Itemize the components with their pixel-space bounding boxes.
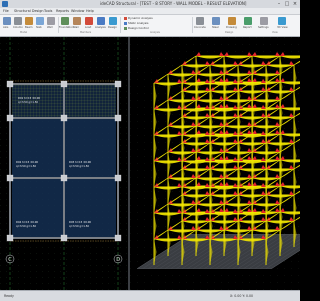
slab-panel[interactable]: [65, 119, 116, 177]
drawing-label: Drawing: [226, 26, 237, 29]
axis-label-c: C: [8, 257, 12, 263]
design-button[interactable]: [109, 17, 117, 25]
3d-result-canvas[interactable]: [130, 37, 300, 290]
window-title: ideCAD Structural - [TEST - 8 STORY - WA…: [100, 1, 247, 6]
3d-view-button[interactable]: [278, 17, 286, 25]
status-bar: Ready X: 0.00 Y: 0.00: [0, 290, 300, 301]
load-label: Load: [85, 26, 92, 29]
stair-button[interactable]: [73, 17, 81, 25]
analysis-label: Analysis: [95, 26, 106, 29]
group-model-label: Model: [20, 31, 28, 34]
design-control-label: Design Control: [128, 26, 149, 30]
ribbon-toolbar: Axis Column Beam Slab Wall Foundation St…: [0, 15, 300, 37]
design-control-item[interactable]: Design Control: [124, 26, 149, 30]
report-label: Report: [243, 26, 252, 29]
report-button[interactable]: [244, 17, 252, 25]
beam-label: Beam: [25, 26, 33, 29]
load-button[interactable]: [85, 17, 93, 25]
app-logo-icon: [2, 1, 8, 7]
menu-window[interactable]: Window: [71, 8, 84, 14]
slab-sublabel: q=3.50 g=1.50: [16, 224, 36, 228]
close-button[interactable]: ×: [292, 1, 298, 7]
menu-reports[interactable]: Reports: [56, 8, 69, 14]
ribbon-separator: [58, 17, 59, 33]
stair-label: Stair: [73, 26, 80, 29]
slab-label: D01 h=15 ±0.00: [18, 96, 40, 100]
group-analysis-label: Analysis: [150, 31, 160, 34]
concrete-label: Concrete: [194, 26, 206, 29]
column-button[interactable]: [14, 17, 22, 25]
dynamic-analysis-label: Dynamic Analysis: [128, 16, 153, 20]
3d-view-label: 3D View: [277, 26, 288, 29]
settings-button[interactable]: [260, 17, 268, 25]
slab-label: Slab: [36, 26, 42, 29]
slab-reinforcement-mesh: [65, 85, 116, 117]
axis-label: Axis: [3, 26, 9, 29]
minimize-button[interactable]: –: [276, 1, 282, 7]
axis-label-d: D: [116, 257, 120, 263]
menu-tools[interactable]: Tools: [44, 8, 52, 14]
group-view-label: View: [272, 31, 278, 34]
slab-panel[interactable]: [12, 179, 63, 237]
drawing-button[interactable]: [228, 17, 236, 25]
wall-label: Wall: [47, 26, 53, 29]
foundation-button[interactable]: [61, 17, 69, 25]
menu-structural-design[interactable]: Structural Design: [14, 8, 44, 14]
static-analysis-item[interactable]: Static Analysis: [124, 21, 148, 25]
dynamic-analysis-icon: [124, 16, 127, 20]
slab-label: D03 h=15 ±0.00: [69, 160, 91, 164]
plan-view-pane[interactable]: D01 h=15 ±0.00 q=3.50 g=1.50 D02 h=15 ±0…: [0, 37, 128, 290]
slab-sublabel: q=3.50 g=1.50: [18, 100, 38, 104]
ribbon-separator: [120, 17, 121, 33]
slab-sublabel: q=3.50 g=1.50: [16, 164, 36, 168]
axis-button[interactable]: [3, 17, 11, 25]
dynamic-analysis-item[interactable]: Dynamic Analysis: [124, 16, 153, 20]
plan-view-canvas[interactable]: D01 h=15 ±0.00 q=3.50 g=1.50 D02 h=15 ±0…: [0, 37, 128, 290]
menu-file[interactable]: File: [3, 8, 9, 14]
slab-label: D04 h=15 ±0.00: [16, 220, 38, 224]
design-control-icon: [124, 26, 127, 30]
slab-panel[interactable]: [12, 119, 63, 177]
slab-sublabel: q=3.50 g=1.50: [69, 224, 89, 228]
static-analysis-icon: [124, 21, 127, 25]
steel-label: Steel: [212, 26, 219, 29]
settings-label: Settings: [258, 26, 269, 29]
static-analysis-label: Static Analysis: [128, 21, 149, 25]
group-members-label: Members: [80, 31, 92, 34]
menu-help[interactable]: Help: [86, 8, 94, 14]
menu-bar: File Structural Design Tools Reports Win…: [0, 8, 300, 15]
slab-label: D05 h=15 ±0.00: [69, 220, 91, 224]
wall-button[interactable]: [47, 17, 55, 25]
slab-panel[interactable]: [65, 179, 116, 237]
beam-button[interactable]: [25, 17, 33, 25]
slab-label: D02 h=15 ±0.00: [16, 160, 38, 164]
3d-result-view-pane[interactable]: [130, 37, 300, 290]
analysis-button[interactable]: [97, 17, 105, 25]
group-design-label: Design: [225, 31, 234, 34]
concrete-button[interactable]: [196, 17, 204, 25]
maximize-button[interactable]: □: [284, 1, 290, 7]
steel-button[interactable]: [212, 17, 220, 25]
column-label: Column: [13, 26, 23, 29]
ribbon-separator: [192, 17, 193, 33]
slab-sublabel: q=3.50 g=1.50: [69, 164, 89, 168]
slab-button[interactable]: [36, 17, 44, 25]
foundation-label: Foundation: [59, 26, 74, 29]
design-label: Design: [108, 26, 117, 29]
